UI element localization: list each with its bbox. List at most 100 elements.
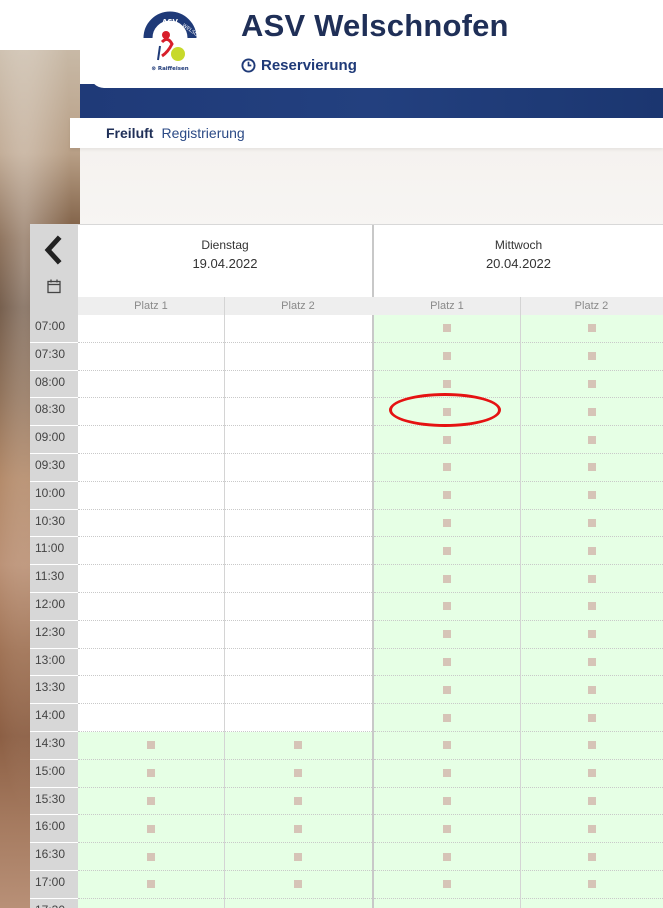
unavailable-slot	[78, 426, 224, 454]
free-slot[interactable]	[374, 648, 520, 677]
free-slot[interactable]	[520, 537, 663, 566]
free-slot[interactable]	[78, 815, 224, 844]
free-slot[interactable]	[224, 759, 372, 788]
club-logo[interactable]: ASV WELSCHN ⊗ Raiffeisen	[138, 4, 202, 72]
free-slot[interactable]	[520, 871, 663, 899]
free-slot[interactable]	[374, 815, 520, 844]
unavailable-slot	[78, 704, 224, 732]
slot-marker	[147, 769, 155, 778]
free-slot[interactable]	[520, 315, 663, 343]
free-slot[interactable]	[374, 759, 520, 788]
slot-marker	[587, 713, 596, 722]
free-slot[interactable]	[78, 871, 224, 899]
unavailable-slot	[224, 509, 372, 538]
free-slot[interactable]	[78, 898, 224, 908]
unavailable-slot	[78, 342, 224, 371]
slot-marker	[587, 852, 596, 861]
slot-marker	[443, 824, 451, 833]
unavailable-slot	[78, 593, 224, 621]
free-slot[interactable]	[520, 426, 663, 454]
free-slot[interactable]	[520, 787, 663, 816]
time-label: 12:00	[30, 593, 78, 621]
free-slot[interactable]	[374, 843, 520, 871]
free-slot[interactable]	[520, 676, 663, 705]
svg-text:⊗ Raiffeisen: ⊗ Raiffeisen	[151, 66, 188, 72]
free-slot[interactable]	[520, 454, 663, 482]
free-slot[interactable]	[520, 898, 663, 908]
free-slot[interactable]	[224, 898, 372, 908]
unavailable-slot	[78, 315, 224, 343]
free-slot[interactable]	[520, 815, 663, 844]
free-slot[interactable]	[374, 509, 520, 538]
free-slot[interactable]	[224, 787, 372, 816]
free-slot[interactable]	[520, 704, 663, 732]
free-slot[interactable]	[78, 759, 224, 788]
time-label: 10:30	[30, 510, 78, 538]
free-slot[interactable]	[374, 481, 520, 510]
slot-marker	[443, 463, 451, 472]
free-slot[interactable]	[520, 732, 663, 760]
free-slot[interactable]	[374, 342, 520, 371]
clock-icon	[241, 58, 256, 73]
free-slot[interactable]	[374, 732, 520, 760]
unavailable-slot	[78, 537, 224, 566]
free-slot[interactable]	[374, 565, 520, 593]
free-slot[interactable]	[520, 648, 663, 677]
reservation-calendar: 07:00 07:30 08:00 08:30 09:00 09:30 10:00 10:30…	[30, 224, 663, 908]
reservation-link[interactable]: Reservierung	[241, 57, 357, 74]
unavailable-slot	[224, 342, 372, 371]
free-slot[interactable]	[374, 537, 520, 566]
header-band	[80, 84, 663, 118]
unavailable-slot	[224, 676, 372, 705]
free-slot[interactable]	[224, 843, 372, 871]
free-slot[interactable]	[520, 620, 663, 649]
slot-marker	[147, 824, 155, 833]
slot-marker	[443, 852, 451, 861]
free-slot[interactable]	[78, 787, 224, 816]
slot-marker	[294, 796, 302, 805]
nav-item-registrierung[interactable]: Registrierung	[161, 125, 244, 141]
free-slot[interactable]	[374, 871, 520, 899]
free-slot[interactable]	[374, 787, 520, 816]
day-header-wednesday: Mittwoch 20.04.2022	[374, 225, 663, 297]
time-label: 15:30	[30, 788, 78, 816]
free-slot[interactable]	[374, 898, 520, 908]
free-slot[interactable]	[374, 315, 520, 343]
free-slot[interactable]	[520, 398, 663, 427]
free-slot[interactable]	[520, 370, 663, 399]
time-label: 09:00	[30, 426, 78, 454]
free-slot[interactable]	[374, 620, 520, 649]
free-slot[interactable]	[520, 481, 663, 510]
slot-marker	[587, 352, 596, 361]
free-slot[interactable]	[224, 871, 372, 899]
free-slot[interactable]	[520, 843, 663, 871]
chevron-left-icon[interactable]	[42, 235, 64, 265]
slot-marker	[587, 796, 596, 805]
free-slot[interactable]	[520, 759, 663, 788]
slot-marker	[587, 379, 596, 388]
free-slot[interactable]	[520, 565, 663, 593]
free-slot[interactable]	[520, 593, 663, 621]
calendar-icon[interactable]	[46, 278, 62, 294]
unavailable-slot	[224, 704, 372, 732]
free-slot[interactable]	[520, 342, 663, 371]
nav-item-freiluft[interactable]: Freiluft	[106, 125, 153, 141]
slot-marker	[587, 518, 596, 527]
time-label: 08:30	[30, 398, 78, 427]
day-date: 20.04.2022	[485, 256, 552, 271]
free-slot[interactable]	[520, 509, 663, 538]
slot-marker	[294, 824, 302, 833]
free-slot[interactable]	[78, 843, 224, 871]
free-slot[interactable]	[224, 732, 372, 760]
free-slot[interactable]	[374, 426, 520, 454]
free-slot[interactable]	[374, 454, 520, 482]
free-slot[interactable]	[374, 676, 520, 705]
free-slot[interactable]	[374, 593, 520, 621]
time-label: 13:00	[30, 649, 78, 677]
free-slot[interactable]	[224, 815, 372, 844]
time-label: 14:30	[30, 732, 78, 760]
unavailable-slot	[224, 398, 372, 427]
free-slot[interactable]	[78, 732, 224, 760]
free-slot[interactable]	[374, 704, 520, 732]
unavailable-slot	[78, 620, 224, 649]
